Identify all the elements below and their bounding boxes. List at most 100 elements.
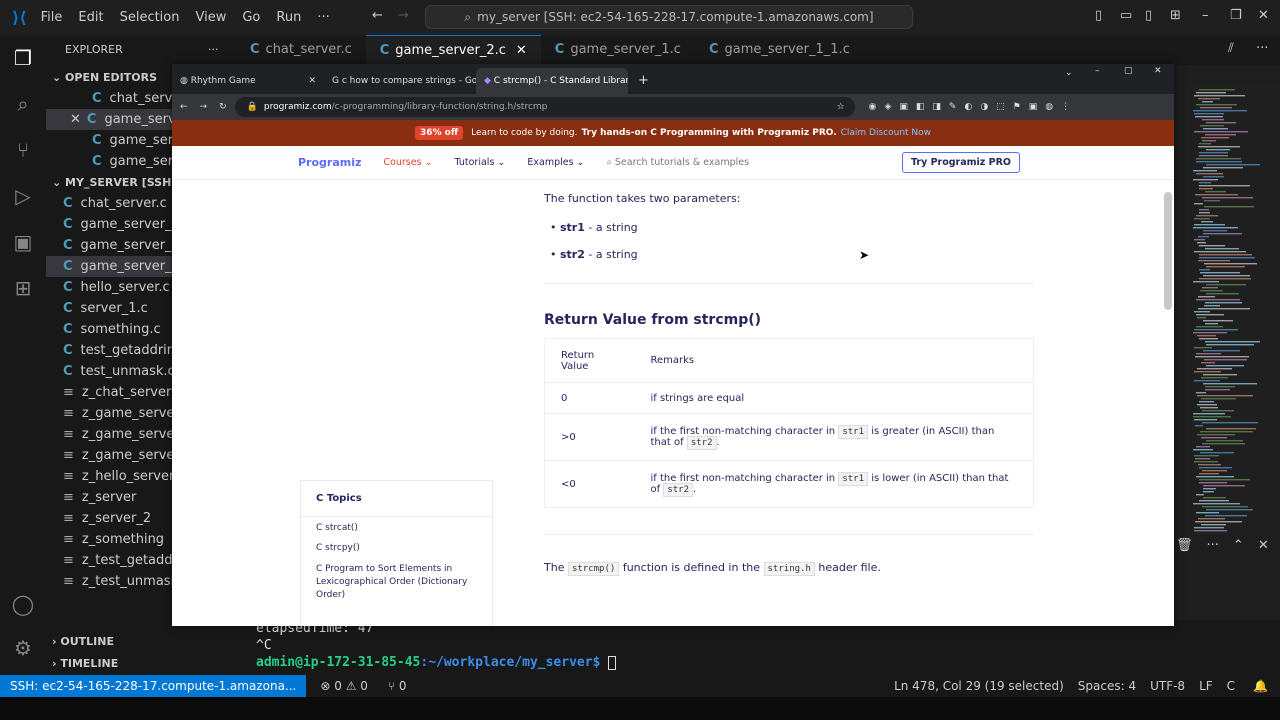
topic-link[interactable]: C Program to Sort Elements in Lexicograp… (301, 557, 492, 606)
minimap-line (1193, 281, 1219, 283)
close-panel-icon[interactable]: ✕ (1258, 538, 1269, 556)
close-icon[interactable]: ✕ (516, 43, 527, 58)
editor-tab-active[interactable]: Cgame_server_2.c ✕ (365, 35, 541, 65)
browser-tab-title: Rhythm Game (190, 76, 256, 86)
minimap-line (1205, 191, 1226, 193)
nav-courses[interactable]: Courses ⌄ (383, 157, 432, 168)
browser-forward-icon[interactable]: → (200, 102, 208, 112)
extensions-icon[interactable]: ⊞ (0, 265, 46, 311)
minimap-line (1203, 230, 1227, 232)
source-control-icon[interactable]: ⑂ (0, 127, 46, 173)
split-editor-icon[interactable]: ⫽ (1228, 41, 1234, 56)
bookmark-star-icon[interactable]: ☆ (837, 102, 845, 112)
remarks-text: if the first non-matching character in (650, 426, 839, 437)
customize-layout-icon[interactable]: ⊞ (1170, 8, 1181, 23)
editor-tab-label: game_server_2.c (395, 43, 506, 58)
close-tab-icon[interactable]: ✕ (308, 76, 316, 86)
menu-selection[interactable]: Selection (112, 10, 188, 25)
minimap-line (1196, 104, 1237, 106)
minimap-line (1197, 335, 1216, 337)
browser-minimize-icon[interactable]: – (1095, 66, 1100, 76)
address-bar[interactable]: 🔒 programiz.com/c-programming/library-fu… (234, 97, 855, 117)
explorer-icon[interactable]: ❐ (0, 35, 46, 81)
editor-tab[interactable]: Cgame_server_1_1.c (695, 35, 864, 65)
try-pro-button[interactable]: Try Programiz PRO (901, 152, 1020, 173)
minimap-line (1205, 302, 1242, 304)
browser-close-icon[interactable]: ✕ (1154, 66, 1162, 76)
nav-tutorials[interactable]: Tutorials ⌄ (455, 157, 506, 168)
browser-tab[interactable]: G c how to compare strings - Goog✕ (324, 68, 476, 94)
text: The (544, 561, 568, 574)
programiz-logo[interactable]: Programiz (298, 156, 361, 169)
minimap-line (1199, 500, 1229, 502)
chevron-up-icon[interactable]: ⌃ (1233, 538, 1244, 556)
site-search[interactable]: ⌕ Search tutorials & examples (607, 157, 750, 168)
problems-indicator[interactable]: ⊗ 0 ⚠ 0 (320, 679, 368, 693)
nav-examples[interactable]: Examples ⌄ (527, 157, 584, 168)
browser-tab[interactable]: ◍ Rhythm Game ✕ (172, 68, 324, 94)
editor-tab[interactable]: Cchat_server.c (236, 35, 366, 65)
tab-search-icon[interactable]: ⌄ (1065, 68, 1073, 78)
minimap-line (1196, 92, 1226, 94)
promo-banner[interactable]: 36% off Learn to code by doing. Try hand… (172, 120, 1174, 146)
minimap-line (1203, 320, 1233, 322)
extensions-icons[interactable]: ◉◈▣◧◨✎◐◑⬚⚑▣◍⋮ (869, 102, 1078, 112)
minimap-line (1199, 182, 1211, 184)
close-icon[interactable]: ✕ (70, 112, 81, 127)
more-actions-icon[interactable]: ··· (1207, 538, 1219, 556)
topic-link[interactable]: C strcpy() (301, 537, 492, 557)
close-window-icon[interactable]: ✕ (1258, 8, 1269, 23)
accounts-icon[interactable]: ◯ (0, 581, 46, 627)
editor-tab[interactable]: Cgame_server_1.c (541, 35, 695, 65)
menu-more[interactable]: ··· (309, 10, 337, 25)
reload-icon[interactable]: ↻ (219, 102, 227, 112)
notifications-icon[interactable]: 🔔 (1253, 679, 1268, 693)
forward-arrow-icon[interactable]: → (398, 8, 409, 23)
minimap-line (1199, 185, 1250, 187)
claim-discount-link[interactable]: Claim Discount Now (841, 128, 931, 138)
minimap-line (1199, 479, 1250, 481)
back-arrow-icon[interactable]: ← (372, 8, 383, 23)
browser-tab-active[interactable]: ◆ C strcmp() - C Standard Library✕ (476, 68, 628, 94)
eol[interactable]: LF (1199, 679, 1213, 693)
indentation[interactable]: Spaces: 4 (1078, 679, 1136, 693)
discount-badge: 36% off (414, 126, 464, 140)
browser-maximize-icon[interactable]: ▢ (1124, 66, 1133, 76)
manage-gear-icon[interactable]: ⚙ (0, 625, 46, 671)
menu-edit[interactable]: Edit (70, 10, 111, 25)
encoding[interactable]: UTF-8 (1150, 679, 1185, 693)
cursor-position[interactable]: Ln 478, Col 29 (19 selected) (894, 679, 1064, 693)
timeline-section[interactable]: › TIMELINE (46, 653, 236, 674)
menu-view[interactable]: View (188, 10, 235, 25)
menu-run[interactable]: Run (268, 10, 309, 25)
trash-icon[interactable]: 🗑 (1176, 538, 1193, 556)
browser-back-icon[interactable]: ← (180, 102, 188, 112)
outline-section[interactable]: › OUTLINE (46, 631, 236, 652)
minimap[interactable] (1187, 85, 1280, 535)
layout-panel-icon[interactable]: ▭ (1120, 8, 1132, 23)
terminal-line: ^C (256, 638, 272, 653)
more-actions-icon[interactable]: ··· (1256, 41, 1268, 56)
page-scrollbar[interactable] (1164, 192, 1172, 310)
minimap-line (1195, 458, 1210, 460)
remote-explorer-icon[interactable]: ▣ (0, 219, 46, 265)
minimap-line (1202, 410, 1234, 412)
layout-secondary-icon[interactable]: ▯ (1145, 8, 1152, 23)
minimize-icon[interactable]: – (1202, 8, 1209, 23)
new-tab-icon[interactable]: + (638, 73, 649, 88)
topic-link[interactable]: C strcat() (301, 517, 492, 537)
search-view-icon[interactable]: ⌕ (0, 81, 46, 127)
terminal-panel[interactable]: elapsedTime: 47 ^C admin@ip-172-31-85-45… (236, 620, 1280, 675)
menu-go[interactable]: Go (234, 10, 268, 25)
command-center[interactable]: ⌕ my_server [SSH: ec2-54-165-228-17.comp… (425, 5, 913, 29)
run-debug-icon[interactable]: ▷ (0, 173, 46, 219)
more-actions-icon[interactable]: ··· (208, 35, 219, 65)
layout-sidebar-icon[interactable]: ▯ (1095, 8, 1102, 23)
restore-icon[interactable]: ❐ (1230, 8, 1242, 23)
language-mode[interactable]: C (1227, 679, 1235, 693)
article-content: The function takes two parameters: • str… (172, 180, 1174, 626)
remote-indicator[interactable]: SSH: ec2-54-165-228-17.compute-1.amazona… (0, 675, 307, 697)
url-host: programiz.com (263, 102, 332, 112)
menu-file[interactable]: File (33, 10, 71, 25)
ports-indicator[interactable]: ⑂ 0 (388, 679, 407, 693)
